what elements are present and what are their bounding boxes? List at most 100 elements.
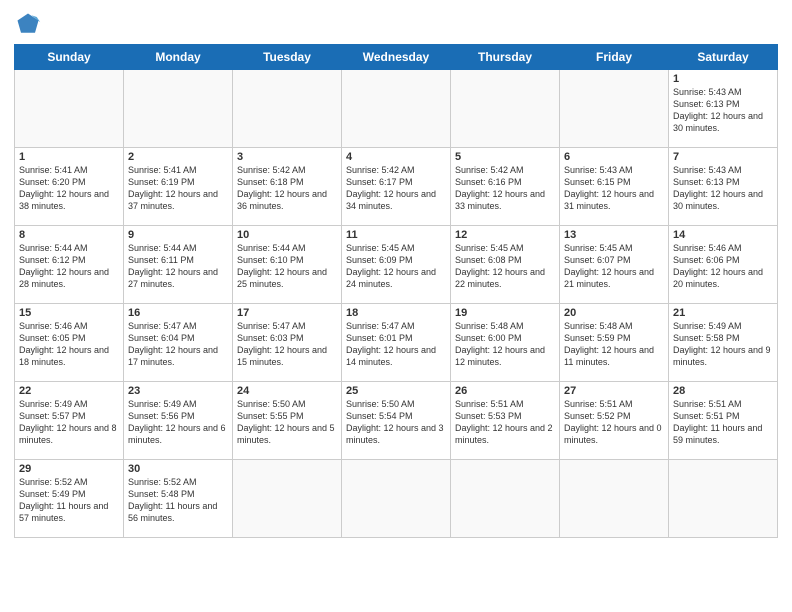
calendar-cell: 4Sunrise: 5:42 AMSunset: 6:17 PMDaylight… (342, 148, 451, 226)
calendar-cell: 9Sunrise: 5:44 AMSunset: 6:11 PMDaylight… (124, 226, 233, 304)
day-info: Sunrise: 5:43 AMSunset: 6:15 PMDaylight:… (564, 164, 664, 213)
calendar-cell: 18Sunrise: 5:47 AMSunset: 6:01 PMDayligh… (342, 304, 451, 382)
calendar-cell: 1Sunrise: 5:43 AMSunset: 6:13 PMDaylight… (669, 70, 778, 148)
day-info: Sunrise: 5:41 AMSunset: 6:20 PMDaylight:… (19, 164, 119, 213)
day-info: Sunrise: 5:46 AMSunset: 6:06 PMDaylight:… (673, 242, 773, 291)
day-info: Sunrise: 5:44 AMSunset: 6:10 PMDaylight:… (237, 242, 337, 291)
calendar-cell: 10Sunrise: 5:44 AMSunset: 6:10 PMDayligh… (233, 226, 342, 304)
calendar-week-3: 15Sunrise: 5:46 AMSunset: 6:05 PMDayligh… (15, 304, 778, 382)
day-number: 19 (455, 307, 555, 319)
day-info: Sunrise: 5:50 AMSunset: 5:55 PMDaylight:… (237, 398, 337, 447)
col-header-wednesday: Wednesday (342, 45, 451, 70)
day-info: Sunrise: 5:48 AMSunset: 5:59 PMDaylight:… (564, 320, 664, 369)
calendar-cell: 13Sunrise: 5:45 AMSunset: 6:07 PMDayligh… (560, 226, 669, 304)
day-info: Sunrise: 5:51 AMSunset: 5:51 PMDaylight:… (673, 398, 773, 447)
calendar-header-row: SundayMondayTuesdayWednesdayThursdayFrid… (15, 45, 778, 70)
col-header-sunday: Sunday (15, 45, 124, 70)
calendar-cell: 30Sunrise: 5:52 AMSunset: 5:48 PMDayligh… (124, 460, 233, 538)
day-info: Sunrise: 5:47 AMSunset: 6:04 PMDaylight:… (128, 320, 228, 369)
calendar-week-2: 8Sunrise: 5:44 AMSunset: 6:12 PMDaylight… (15, 226, 778, 304)
calendar-cell: 6Sunrise: 5:43 AMSunset: 6:15 PMDaylight… (560, 148, 669, 226)
calendar-cell (15, 70, 124, 148)
day-number: 24 (237, 385, 337, 397)
day-number: 7 (673, 151, 773, 163)
calendar-cell: 28Sunrise: 5:51 AMSunset: 5:51 PMDayligh… (669, 382, 778, 460)
col-header-friday: Friday (560, 45, 669, 70)
day-number: 30 (128, 463, 228, 475)
day-number: 20 (564, 307, 664, 319)
calendar-cell (560, 460, 669, 538)
calendar-cell: 15Sunrise: 5:46 AMSunset: 6:05 PMDayligh… (15, 304, 124, 382)
calendar-cell (124, 70, 233, 148)
calendar-cell: 23Sunrise: 5:49 AMSunset: 5:56 PMDayligh… (124, 382, 233, 460)
col-header-saturday: Saturday (669, 45, 778, 70)
calendar-cell (233, 460, 342, 538)
calendar-cell: 14Sunrise: 5:46 AMSunset: 6:06 PMDayligh… (669, 226, 778, 304)
col-header-tuesday: Tuesday (233, 45, 342, 70)
day-info: Sunrise: 5:43 AMSunset: 6:13 PMDaylight:… (673, 164, 773, 213)
calendar-cell: 19Sunrise: 5:48 AMSunset: 6:00 PMDayligh… (451, 304, 560, 382)
day-number: 18 (346, 307, 446, 319)
day-number: 9 (128, 229, 228, 241)
day-info: Sunrise: 5:50 AMSunset: 5:54 PMDaylight:… (346, 398, 446, 447)
day-number: 14 (673, 229, 773, 241)
day-number: 21 (673, 307, 773, 319)
day-number: 13 (564, 229, 664, 241)
calendar-cell (669, 460, 778, 538)
day-number: 4 (346, 151, 446, 163)
logo (14, 10, 46, 38)
page: SundayMondayTuesdayWednesdayThursdayFrid… (0, 0, 792, 612)
calendar-cell (451, 460, 560, 538)
day-info: Sunrise: 5:47 AMSunset: 6:03 PMDaylight:… (237, 320, 337, 369)
logo-icon (14, 10, 42, 38)
day-info: Sunrise: 5:41 AMSunset: 6:19 PMDaylight:… (128, 164, 228, 213)
calendar-table: SundayMondayTuesdayWednesdayThursdayFrid… (14, 44, 778, 538)
calendar-cell: 11Sunrise: 5:45 AMSunset: 6:09 PMDayligh… (342, 226, 451, 304)
day-info: Sunrise: 5:43 AMSunset: 6:13 PMDaylight:… (673, 86, 773, 135)
day-info: Sunrise: 5:42 AMSunset: 6:17 PMDaylight:… (346, 164, 446, 213)
calendar-cell: 5Sunrise: 5:42 AMSunset: 6:16 PMDaylight… (451, 148, 560, 226)
calendar-cell (233, 70, 342, 148)
day-number: 15 (19, 307, 119, 319)
day-info: Sunrise: 5:42 AMSunset: 6:16 PMDaylight:… (455, 164, 555, 213)
day-number: 1 (673, 73, 773, 85)
day-number: 5 (455, 151, 555, 163)
calendar-cell: 16Sunrise: 5:47 AMSunset: 6:04 PMDayligh… (124, 304, 233, 382)
day-number: 8 (19, 229, 119, 241)
day-info: Sunrise: 5:52 AMSunset: 5:49 PMDaylight:… (19, 476, 119, 525)
calendar-cell: 17Sunrise: 5:47 AMSunset: 6:03 PMDayligh… (233, 304, 342, 382)
day-info: Sunrise: 5:49 AMSunset: 5:56 PMDaylight:… (128, 398, 228, 447)
day-number: 6 (564, 151, 664, 163)
day-number: 29 (19, 463, 119, 475)
day-info: Sunrise: 5:44 AMSunset: 6:11 PMDaylight:… (128, 242, 228, 291)
calendar-cell (451, 70, 560, 148)
day-info: Sunrise: 5:49 AMSunset: 5:58 PMDaylight:… (673, 320, 773, 369)
calendar-cell (342, 460, 451, 538)
day-info: Sunrise: 5:45 AMSunset: 6:07 PMDaylight:… (564, 242, 664, 291)
day-number: 26 (455, 385, 555, 397)
day-number: 16 (128, 307, 228, 319)
calendar-cell: 21Sunrise: 5:49 AMSunset: 5:58 PMDayligh… (669, 304, 778, 382)
calendar-cell: 26Sunrise: 5:51 AMSunset: 5:53 PMDayligh… (451, 382, 560, 460)
col-header-monday: Monday (124, 45, 233, 70)
day-info: Sunrise: 5:51 AMSunset: 5:53 PMDaylight:… (455, 398, 555, 447)
day-number: 23 (128, 385, 228, 397)
day-info: Sunrise: 5:51 AMSunset: 5:52 PMDaylight:… (564, 398, 664, 447)
day-number: 11 (346, 229, 446, 241)
col-header-thursday: Thursday (451, 45, 560, 70)
day-number: 27 (564, 385, 664, 397)
day-info: Sunrise: 5:46 AMSunset: 6:05 PMDaylight:… (19, 320, 119, 369)
calendar-cell: 3Sunrise: 5:42 AMSunset: 6:18 PMDaylight… (233, 148, 342, 226)
calendar-week-5: 29Sunrise: 5:52 AMSunset: 5:49 PMDayligh… (15, 460, 778, 538)
day-info: Sunrise: 5:45 AMSunset: 6:08 PMDaylight:… (455, 242, 555, 291)
calendar-cell: 8Sunrise: 5:44 AMSunset: 6:12 PMDaylight… (15, 226, 124, 304)
calendar-cell (560, 70, 669, 148)
calendar-week-0: 1Sunrise: 5:43 AMSunset: 6:13 PMDaylight… (15, 70, 778, 148)
day-number: 10 (237, 229, 337, 241)
calendar-cell: 12Sunrise: 5:45 AMSunset: 6:08 PMDayligh… (451, 226, 560, 304)
calendar-cell: 25Sunrise: 5:50 AMSunset: 5:54 PMDayligh… (342, 382, 451, 460)
calendar-week-1: 1Sunrise: 5:41 AMSunset: 6:20 PMDaylight… (15, 148, 778, 226)
header (14, 10, 778, 38)
day-number: 22 (19, 385, 119, 397)
day-info: Sunrise: 5:42 AMSunset: 6:18 PMDaylight:… (237, 164, 337, 213)
